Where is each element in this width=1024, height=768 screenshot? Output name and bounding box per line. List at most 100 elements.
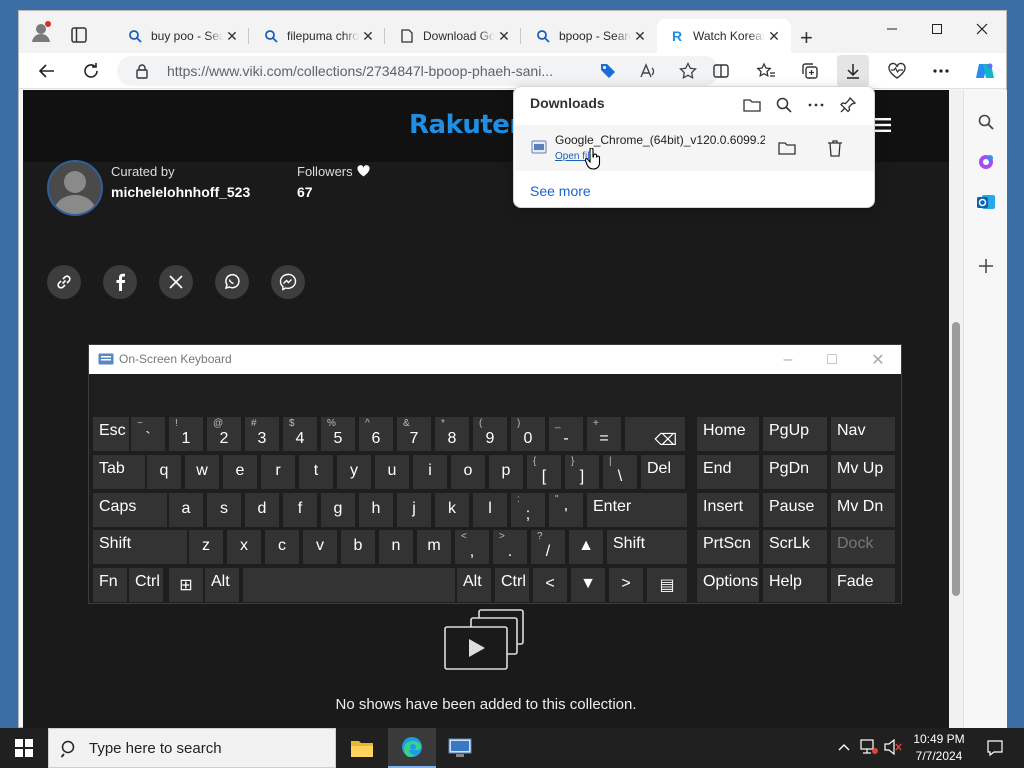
key-ctrl-4-6[interactable]: Ctrl (495, 568, 529, 602)
lock-icon[interactable] (135, 63, 149, 82)
messenger-icon[interactable] (271, 265, 305, 299)
key-symbol-0-14[interactable]: ⌫ (625, 417, 685, 451)
key-nav-scrlk-3-1[interactable]: ScrLk (763, 530, 827, 564)
key-blank-4-4[interactable] (243, 568, 455, 602)
start-windows-icon[interactable] (0, 728, 48, 768)
key-symbol-1-12[interactable]: }] (565, 455, 599, 489)
volume-muted-icon[interactable] (884, 738, 902, 758)
key-symbol-3-10[interactable]: ? / (531, 530, 565, 564)
close-tab-icon[interactable]: ✕ (765, 27, 783, 45)
key-symbol-2-11[interactable]: " ' (549, 493, 583, 527)
key-symbol-0-12[interactable]: _ - (549, 417, 583, 451)
key-symbol-3-9[interactable]: >. (493, 530, 527, 564)
url-text[interactable]: https://www.viki.com/collections/2734847… (167, 63, 587, 79)
key-v-3-4[interactable]: v (303, 530, 337, 564)
osk-close-icon[interactable]: ✕ (865, 349, 891, 371)
tab-1[interactable]: buy poo - Search ✕ (115, 19, 249, 53)
x-twitter-icon[interactable] (159, 265, 193, 299)
key-q-1-1[interactable]: q (147, 455, 181, 489)
delete-icon[interactable] (821, 134, 849, 162)
downloads-icon[interactable] (837, 55, 869, 87)
notifications-icon[interactable] (986, 739, 1004, 760)
page-scrollbar[interactable] (949, 90, 963, 729)
key-2-0-3[interactable]: @2 (207, 417, 241, 451)
key-j-2-7[interactable]: j (397, 493, 431, 527)
curator-avatar[interactable] (47, 160, 103, 216)
key-k-2-8[interactable]: k (435, 493, 469, 527)
key-nav-options-4-0[interactable]: Options (697, 568, 759, 602)
key-c-3-3[interactable]: c (265, 530, 299, 564)
key-h-2-6[interactable]: h (359, 493, 393, 527)
key-n-3-6[interactable]: n (379, 530, 413, 564)
network-icon[interactable] (860, 739, 878, 758)
key-5-0-6[interactable]: % 5 (321, 417, 355, 451)
key-symbol-4-8[interactable]: ▼ (571, 568, 605, 602)
key-nav-fade-4-2[interactable]: Fade (831, 568, 895, 602)
scroll-thumb[interactable] (952, 322, 960, 596)
key-i-1-8[interactable]: i (413, 455, 447, 489)
whatsapp-icon[interactable] (215, 265, 249, 299)
osk-maximize-icon[interactable]: □ (819, 349, 845, 371)
search-icon[interactable] (970, 106, 1002, 138)
key-symbol-3-8[interactable]: <, (455, 530, 489, 564)
key-w-1-2[interactable]: w (185, 455, 219, 489)
file-explorer-icon[interactable] (338, 728, 386, 768)
key-nav-pause-2-1[interactable]: Pause (763, 493, 827, 527)
key-shift-3-0[interactable]: Shift (93, 530, 187, 564)
key-enter-2-12[interactable]: Enter (587, 493, 687, 527)
key-7-0-8[interactable]: & 7 (397, 417, 431, 451)
key-tab-1-0[interactable]: Tab (93, 455, 145, 489)
show-in-folder-icon[interactable] (773, 134, 801, 162)
key-nav-nav-0-2[interactable]: Nav (831, 417, 895, 451)
more-options-icon[interactable] (925, 55, 957, 87)
close-tab-icon[interactable]: ✕ (359, 27, 377, 45)
key-y-1-6[interactable]: y (337, 455, 371, 489)
osk-minimize-icon[interactable]: – (775, 349, 801, 371)
key-nav-mv-dn-2-2[interactable]: Mv Dn (831, 493, 895, 527)
key-nav-dock-3-2[interactable]: Dock (831, 530, 895, 564)
key-nav-help-4-1[interactable]: Help (763, 568, 827, 602)
download-file-name[interactable]: Google_Chrome_(64bit)_v120.0.6099.225.ex… (555, 133, 765, 147)
key-nav-pgup-0-1[interactable]: PgUp (763, 417, 827, 451)
key-symbol-4-10[interactable]: ▤ (647, 568, 687, 602)
key-symbol-2-10[interactable]: :; (511, 493, 545, 527)
close-tab-icon[interactable]: ✕ (495, 27, 513, 45)
favorite-star-icon[interactable] (679, 61, 697, 83)
key-symbol-1-13[interactable]: | \ (603, 455, 637, 489)
downloads-more-icon[interactable] (802, 91, 830, 119)
maximize-icon[interactable] (915, 15, 959, 43)
key-s-2-2[interactable]: s (207, 493, 241, 527)
key-0-0-11[interactable]: ) 0 (511, 417, 545, 451)
key-6-0-7[interactable]: ^ 6 (359, 417, 393, 451)
tab-active[interactable]: R Watch Korean Dramas ✕ (657, 19, 791, 53)
key-nav-prtscn-3-0[interactable]: PrtScn (697, 530, 759, 564)
key-symbol-4-2[interactable]: ⊞ (169, 568, 203, 602)
browser-essentials-icon[interactable] (881, 55, 913, 87)
key-symbol-4-9[interactable]: > (609, 568, 643, 602)
hamburger-menu-icon[interactable] (873, 118, 891, 135)
profile-icon[interactable] (25, 16, 57, 48)
key-8-0-9[interactable]: * 8 (435, 417, 469, 451)
tab-2[interactable]: filepuma chrome - Search ✕ (251, 19, 385, 53)
tab-4[interactable]: bpoop - Search ✕ (523, 19, 657, 53)
key-g-2-5[interactable]: g (321, 493, 355, 527)
key-4-0-5[interactable]: $4 (283, 417, 317, 451)
key-e-1-3[interactable]: e (223, 455, 257, 489)
key-fn-4-0[interactable]: Fn (93, 568, 127, 602)
refresh-icon[interactable] (75, 55, 107, 87)
key-shift-3-12[interactable]: Shift (607, 530, 687, 564)
pin-icon[interactable] (834, 91, 862, 119)
key-1-0-2[interactable]: ! 1 (169, 417, 203, 451)
close-tab-icon[interactable]: ✕ (223, 27, 241, 45)
key-nav-pgdn-1-1[interactable]: PgDn (763, 455, 827, 489)
key-ctrl-4-1[interactable]: Ctrl (129, 568, 163, 602)
facebook-icon[interactable] (103, 265, 137, 299)
key-symbol-0-1[interactable]: ~ ` (131, 417, 165, 451)
key-o-1-9[interactable]: o (451, 455, 485, 489)
key-f-2-4[interactable]: f (283, 493, 317, 527)
favorites-icon[interactable] (750, 55, 782, 87)
key-caps-2-0[interactable]: Caps (93, 493, 167, 527)
key-nav-home-0-0[interactable]: Home (697, 417, 759, 451)
extension-tag-icon[interactable] (599, 62, 617, 83)
osk-titlebar[interactable]: On-Screen Keyboard – □ ✕ (89, 345, 901, 374)
